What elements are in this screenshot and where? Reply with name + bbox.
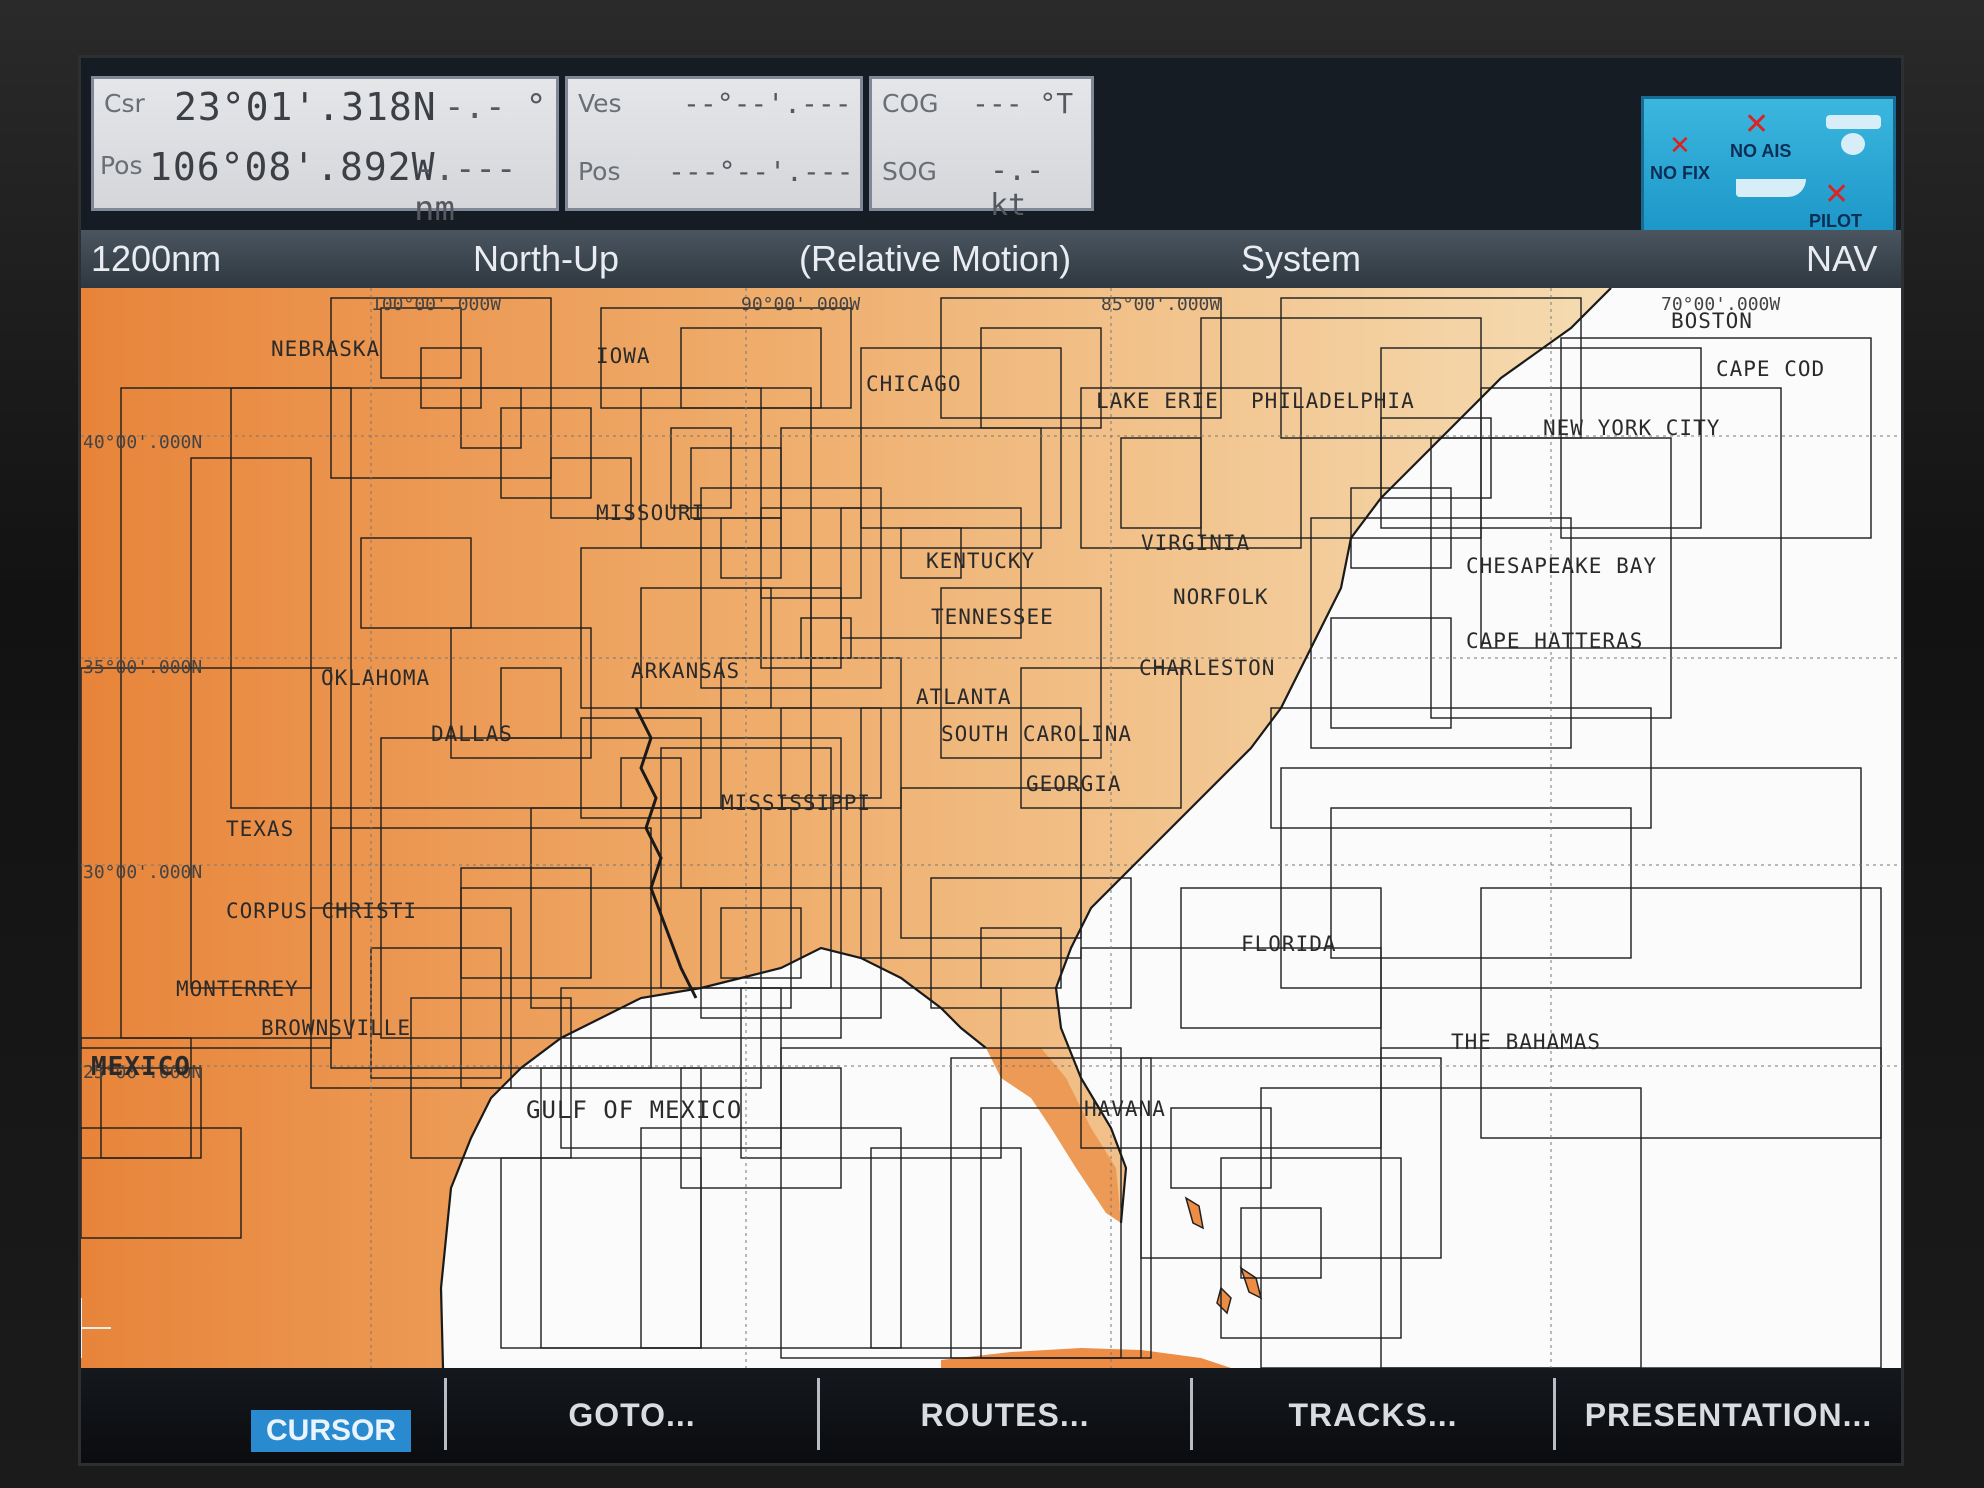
status-indicators[interactable]: NO FIX ✕ NO AIS ✕ PILOT ✕ <box>1641 96 1896 234</box>
cursor-longitude: 106°08'.892W <box>149 145 436 189</box>
no-fix-status: NO FIX <box>1650 163 1711 183</box>
place-cape-cod: CAPE COD <box>1716 357 1825 381</box>
pos-label: Pos <box>100 151 143 180</box>
lon-90-label: 90°00'.000W <box>741 294 860 315</box>
orientation-mode[interactable]: North-Up <box>473 238 619 280</box>
nav-mode[interactable]: NAV <box>1806 238 1877 280</box>
place-charleston: CHARLESTON <box>1139 656 1275 680</box>
sog-label: SOG <box>882 157 937 186</box>
no-fix-x-icon: ✕ <box>1669 131 1691 161</box>
place-tennessee: TENNESSEE <box>931 605 1054 629</box>
place-bahamas: THE BAHAMAS <box>1451 1030 1601 1054</box>
presentation-softkey[interactable]: PRESENTATION... <box>1556 1368 1901 1463</box>
place-chesapeake: CHESAPEAKE BAY <box>1466 554 1657 578</box>
lat-30-label: 30°00'.000N <box>83 862 202 883</box>
cursor-position-panel: Csr 23°01'.318N -.- ° Pos 106°08'.892W -… <box>91 76 559 229</box>
place-chicago: CHICAGO <box>866 372 962 396</box>
place-mexico: MEXICO <box>91 1052 191 1082</box>
place-monterrey: MONTERREY <box>176 977 299 1001</box>
range-scale[interactable]: 1200nm <box>91 238 221 280</box>
boat-icon <box>1736 179 1806 197</box>
place-atlanta: ATLANTA <box>916 685 1012 709</box>
system-mode[interactable]: System <box>1241 238 1361 280</box>
motion-mode[interactable]: (Relative Motion) <box>799 238 1071 280</box>
place-boston: BOSTON <box>1671 309 1753 333</box>
vessel-latitude: --°--'.--- <box>683 87 852 120</box>
place-corpus-christi: CORPUS CHRISTI <box>226 899 417 923</box>
softkey-bar: CURSOR GOTO... ROUTES... TRACKS... PRESE… <box>81 1368 1901 1463</box>
vessel-pos-label: Pos <box>578 157 621 186</box>
place-dallas: DALLAS <box>431 722 513 746</box>
place-florida: FLORIDA <box>1241 932 1337 956</box>
sog-value: -.- kt <box>990 153 1045 223</box>
chart-mode-bar: 1200nm North-Up (Relative Motion) System… <box>81 230 1901 288</box>
place-havana: HAVANA <box>1084 1097 1166 1121</box>
lat-35-label: 35°00'.000N <box>83 657 202 678</box>
lon-100-label: 100°00'.000W <box>371 294 501 315</box>
lat-40-label: 40°00'.000N <box>83 432 202 453</box>
no-ais-status: NO AIS <box>1730 141 1792 161</box>
place-brownsville: BROWNSVILLE <box>261 1016 411 1040</box>
place-norfolk: NORFOLK <box>1173 585 1269 609</box>
pilot-status: PILOT <box>1809 211 1862 231</box>
chart-canvas[interactable]: 100°00'.000W 90°00'.000W 85°00'.000W 70°… <box>81 288 1901 1368</box>
cog-value: --- °T <box>972 87 1074 120</box>
chartplotter-screen: Csr 23°01'.318N -.- ° Pos 106°08'.892W -… <box>78 55 1904 1466</box>
place-lake-erie: LAKE ERIE <box>1096 389 1219 413</box>
course-speed-panel: COG --- °T SOG -.- kt <box>869 76 1094 223</box>
place-cape-hatteras: CAPE HATTERAS <box>1466 629 1643 653</box>
ves-label: Ves <box>578 89 622 118</box>
csr-label: Csr <box>104 89 145 118</box>
goto-softkey[interactable]: GOTO... <box>447 1368 817 1463</box>
bahamas-islands <box>1184 1196 1263 1315</box>
nautical-chart[interactable]: 100°00'.000W 90°00'.000W 85°00'.000W 70°… <box>81 288 1901 1368</box>
place-new-york: NEW YORK CITY <box>1543 416 1720 440</box>
radar-dome-icon <box>1841 133 1865 155</box>
cursor-latitude: 23°01'.318N <box>174 85 437 129</box>
place-arkansas: ARKANSAS <box>631 659 740 683</box>
place-iowa: IOWA <box>596 344 651 368</box>
no-ais-x-icon: ✕ <box>1744 107 1770 142</box>
cog-label: COG <box>882 89 939 118</box>
place-kentucky: KENTUCKY <box>926 549 1035 573</box>
readout-bar: Csr 23°01'.318N -.- ° Pos 106°08'.892W -… <box>81 58 1901 234</box>
lon-85-label: 85°00'.000W <box>1101 294 1220 315</box>
place-mississippi: MISSISSIPPI <box>721 791 871 815</box>
cursor-range: -.--- nm <box>414 149 517 229</box>
place-nebraska: NEBRASKA <box>271 337 380 361</box>
place-philadelphia: PHILADELPHIA <box>1251 389 1415 413</box>
place-texas: TEXAS <box>226 817 294 841</box>
place-south-carolina: SOUTH CAROLINA <box>941 722 1132 746</box>
radar-icon <box>1826 115 1881 129</box>
place-virginia: VIRGINIA <box>1141 531 1250 555</box>
cursor-bearing: -.- ° <box>444 87 547 127</box>
routes-softkey[interactable]: ROUTES... <box>820 1368 1190 1463</box>
vessel-panel: Ves --°--'.--- Pos ---°--'.--- <box>565 76 863 211</box>
place-missouri: MISSOURI <box>596 501 705 525</box>
place-gulf-of-mexico: GULF OF MEXICO <box>526 1096 742 1124</box>
place-oklahoma: OKLAHOMA <box>321 666 430 690</box>
place-georgia: GEORGIA <box>1026 772 1122 796</box>
vessel-longitude: ---°--'.--- <box>668 155 854 188</box>
pilot-x-icon: ✕ <box>1824 177 1850 212</box>
cursor-softkey[interactable]: CURSOR <box>251 1410 411 1452</box>
tracks-softkey[interactable]: TRACKS... <box>1193 1368 1553 1463</box>
